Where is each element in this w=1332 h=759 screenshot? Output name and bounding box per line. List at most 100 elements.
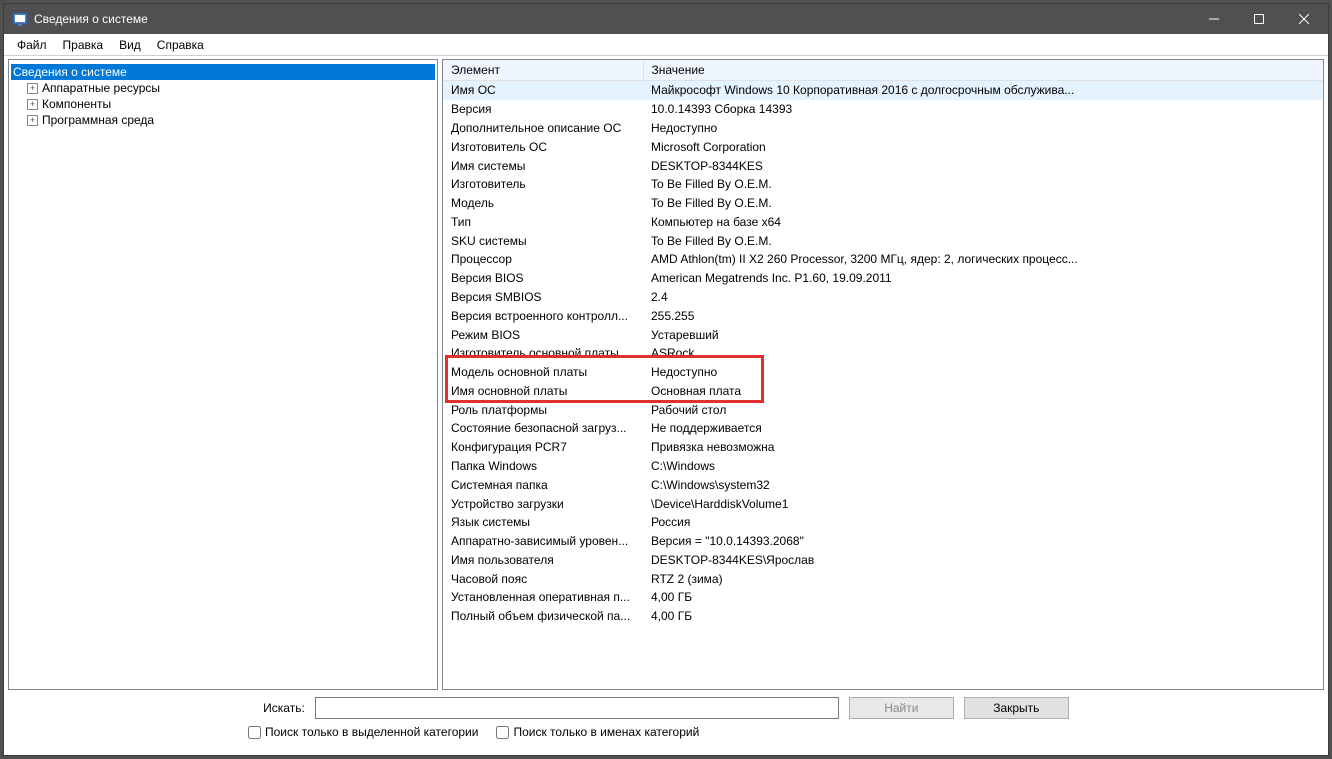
cell-value: Майкрософт Windows 10 Корпоративная 2016… — [643, 81, 1323, 100]
tree-root[interactable]: Сведения о системе — [11, 64, 435, 80]
detail-scroll[interactable]: Элемент Значение Имя ОСМайкрософт Window… — [443, 60, 1323, 689]
search-row: Искать: Найти Закрыть — [14, 697, 1318, 719]
table-row[interactable]: Имя системыDESKTOP-8344KES — [443, 156, 1323, 175]
expand-icon[interactable]: + — [27, 83, 38, 94]
menu-help[interactable]: Справка — [149, 36, 212, 54]
cell-value: Недоступно — [643, 363, 1323, 382]
window-title: Сведения о системе — [34, 12, 1191, 26]
table-row[interactable]: Устройство загрузки\Device\HarddiskVolum… — [443, 494, 1323, 513]
minimize-button[interactable] — [1191, 4, 1236, 34]
table-row[interactable]: Системная папкаC:\Windows\system32 — [443, 475, 1323, 494]
expand-icon[interactable]: + — [27, 115, 38, 126]
menu-edit[interactable]: Правка — [55, 36, 112, 54]
table-row[interactable]: Роль платформыРабочий стол — [443, 400, 1323, 419]
tree-node[interactable]: +Компоненты — [11, 96, 435, 112]
find-button[interactable]: Найти — [849, 697, 954, 719]
close-button[interactable] — [1281, 4, 1326, 34]
workarea: Сведения о системе +Аппаратные ресурсы+К… — [4, 56, 1328, 693]
table-row[interactable]: ИзготовительTo Be Filled By O.E.M. — [443, 175, 1323, 194]
table-row[interactable]: ТипКомпьютер на базе x64 — [443, 212, 1323, 231]
check-selected-category[interactable]: Поиск только в выделенной категории — [248, 725, 478, 739]
table-row[interactable]: Изготовитель ОСMicrosoft Corporation — [443, 137, 1323, 156]
cell-value: DESKTOP-8344KES — [643, 156, 1323, 175]
cell-element: Устройство загрузки — [443, 494, 643, 513]
cell-element: Папка Windows — [443, 457, 643, 476]
cell-value: 10.0.14393 Сборка 14393 — [643, 100, 1323, 119]
cell-value: Не поддерживается — [643, 419, 1323, 438]
titlebar: Сведения о системе — [4, 4, 1328, 34]
cell-value: Компьютер на базе x64 — [643, 212, 1323, 231]
tree-node[interactable]: + Аппаратные ресурсы — [11, 80, 435, 96]
table-row[interactable]: Версия10.0.14393 Сборка 14393 — [443, 100, 1323, 119]
check-row: Поиск только в выделенной категории Поис… — [14, 725, 1318, 739]
table-row[interactable]: Изготовитель основной платыASRock — [443, 344, 1323, 363]
footer: Искать: Найти Закрыть Поиск только в выд… — [4, 693, 1328, 755]
col-value[interactable]: Значение — [643, 60, 1323, 81]
cell-value: Недоступно — [643, 119, 1323, 138]
cell-element: Тип — [443, 212, 643, 231]
table-row[interactable]: Имя ОСМайкрософт Windows 10 Корпоративна… — [443, 81, 1323, 100]
cell-value: Microsoft Corporation — [643, 137, 1323, 156]
table-row[interactable]: МодельTo Be Filled By O.E.M. — [443, 194, 1323, 213]
table-row[interactable]: Версия встроенного контролл...255.255 — [443, 306, 1323, 325]
tree-pane[interactable]: Сведения о системе + Аппаратные ресурсы+К… — [8, 59, 438, 690]
cell-element: Модель основной платы — [443, 363, 643, 382]
cell-value: American Megatrends Inc. P1.60, 19.09.20… — [643, 269, 1323, 288]
maximize-button[interactable] — [1236, 4, 1281, 34]
menu-view[interactable]: Вид — [111, 36, 149, 54]
window-controls — [1191, 4, 1326, 34]
cell-element: Конфигурация PCR7 — [443, 438, 643, 457]
check-names-only[interactable]: Поиск только в именах категорий — [496, 725, 699, 739]
cell-value: Россия — [643, 513, 1323, 532]
table-row[interactable]: Версия SMBIOS2.4 — [443, 288, 1323, 307]
table-row[interactable]: SKU системыTo Be Filled By O.E.M. — [443, 231, 1323, 250]
cell-value: Привязка невозможна — [643, 438, 1323, 457]
table-row[interactable]: Версия BIOSAmerican Megatrends Inc. P1.6… — [443, 269, 1323, 288]
cell-element: Аппаратно-зависимый уровен... — [443, 532, 643, 551]
expand-icon[interactable]: + — [27, 99, 38, 110]
col-element[interactable]: Элемент — [443, 60, 643, 81]
table-row[interactable]: Установленная оперативная п...4,00 ГБ — [443, 588, 1323, 607]
cell-element: Имя системы — [443, 156, 643, 175]
cell-value: 2.4 — [643, 288, 1323, 307]
tree-node[interactable]: + Программная среда — [11, 112, 435, 128]
table-row[interactable]: Полный объем физической па...4,00 ГБ — [443, 607, 1323, 626]
cell-element: Системная папка — [443, 475, 643, 494]
cell-element: Версия встроенного контролл... — [443, 306, 643, 325]
table-row[interactable]: Модель основной платыНедоступно — [443, 363, 1323, 382]
cell-value: RTZ 2 (зима) — [643, 569, 1323, 588]
check-selected-category-box[interactable] — [248, 726, 261, 739]
detail-table: Элемент Значение Имя ОСМайкрософт Window… — [443, 60, 1323, 626]
cell-value: Версия = "10.0.14393.2068" — [643, 532, 1323, 551]
table-row[interactable]: Имя основной платыОсновная плата — [443, 382, 1323, 401]
app-icon — [12, 11, 28, 27]
cell-element: Дополнительное описание ОС — [443, 119, 643, 138]
cell-value: To Be Filled By O.E.M. — [643, 231, 1323, 250]
cell-value: DESKTOP-8344KES\Ярослав — [643, 551, 1323, 570]
cell-value: To Be Filled By O.E.M. — [643, 175, 1323, 194]
close-find-button[interactable]: Закрыть — [964, 697, 1069, 719]
cell-element: Роль платформы — [443, 400, 643, 419]
cell-element: Версия SMBIOS — [443, 288, 643, 307]
table-row[interactable]: Часовой поясRTZ 2 (зима) — [443, 569, 1323, 588]
table-row[interactable]: Конфигурация PCR7Привязка невозможна — [443, 438, 1323, 457]
check-names-only-box[interactable] — [496, 726, 509, 739]
menu-file[interactable]: Файл — [9, 36, 55, 54]
table-row[interactable]: Язык системыРоссия — [443, 513, 1323, 532]
cell-element: Изготовитель основной платы — [443, 344, 643, 363]
table-row[interactable]: Имя пользователяDESKTOP-8344KES\Ярослав — [443, 551, 1323, 570]
table-row[interactable]: Папка WindowsC:\Windows — [443, 457, 1323, 476]
table-row[interactable]: Состояние безопасной загруз...Не поддерж… — [443, 419, 1323, 438]
table-row[interactable]: ПроцессорAMD Athlon(tm) II X2 260 Proces… — [443, 250, 1323, 269]
table-row[interactable]: Дополнительное описание ОСНедоступно — [443, 119, 1323, 138]
cell-element: Режим BIOS — [443, 325, 643, 344]
cell-element: Имя ОС — [443, 81, 643, 100]
tree-node-label: Программная среда — [42, 113, 154, 127]
cell-value: \Device\HarddiskVolume1 — [643, 494, 1323, 513]
tree-node-label: Аппаратные ресурсы — [42, 81, 160, 95]
table-row[interactable]: Режим BIOSУстаревший — [443, 325, 1323, 344]
table-row[interactable]: Аппаратно-зависимый уровен...Версия = "1… — [443, 532, 1323, 551]
search-input[interactable] — [315, 697, 839, 719]
cell-element: Версия BIOS — [443, 269, 643, 288]
cell-value: To Be Filled By O.E.M. — [643, 194, 1323, 213]
